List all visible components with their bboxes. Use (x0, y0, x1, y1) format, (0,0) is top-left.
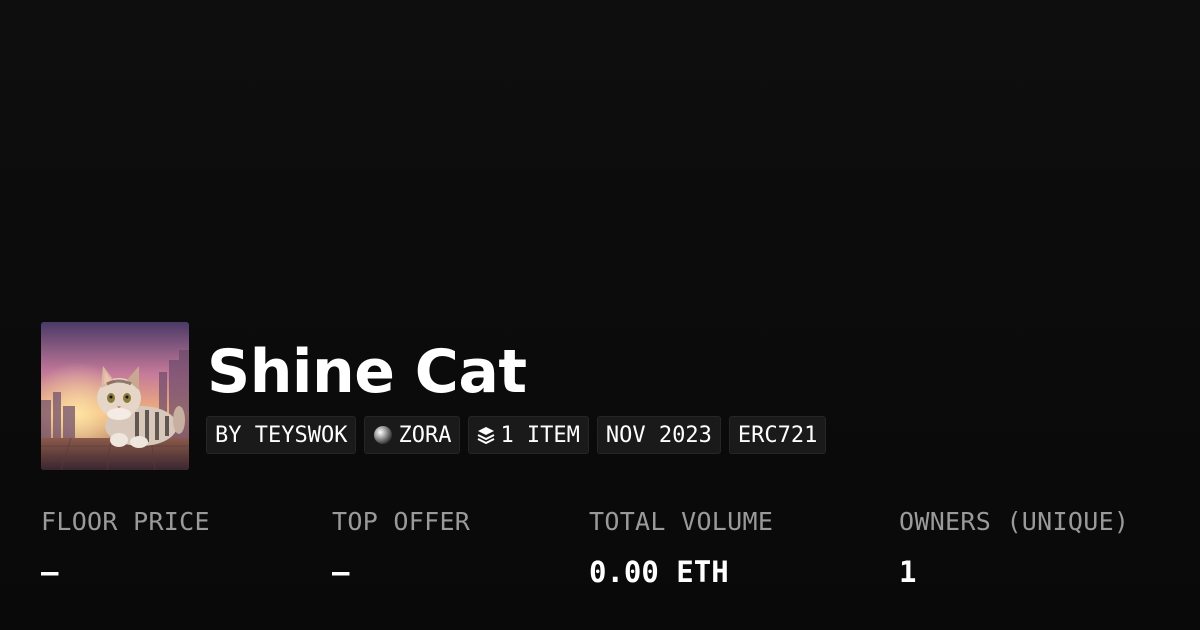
creator-tag-label: BY TEYSWOK (215, 422, 348, 448)
owners-value: 1 (899, 555, 917, 589)
collection-tags: BY TEYSWOK ZORA 1 ITEM NOV 2023 ERC721 (206, 416, 827, 454)
date-tag-label: NOV 2023 (605, 422, 712, 448)
owners-label: OWNERS (UNIQUE) (899, 507, 1130, 536)
zora-orb-icon (373, 425, 393, 445)
chain-tag-label: ZORA (398, 422, 452, 448)
total-volume-value: 0.00 ETH (589, 555, 729, 589)
creator-tag[interactable]: BY TEYSWOK (206, 416, 357, 454)
floor-price-label: FLOOR PRICE (41, 507, 210, 536)
collection-title: Shine Cat (207, 337, 527, 407)
stat-floor-price: FLOOR PRICE – (41, 504, 210, 590)
stat-owners: OWNERS (UNIQUE) 1 (899, 504, 1129, 590)
total-volume-label: TOTAL VOLUME (589, 507, 774, 536)
item-count-label: 1 ITEM (500, 422, 580, 448)
chain-tag[interactable]: ZORA (364, 416, 461, 454)
og-card: { "collection": { "name": "Shine Cat", "… (0, 0, 1200, 630)
collection-thumbnail (41, 322, 189, 470)
standard-tag: ERC721 (728, 416, 827, 454)
stat-total-volume: TOTAL VOLUME 0.00 ETH (589, 504, 773, 590)
floor-price-value: – (41, 555, 59, 589)
standard-tag-label: ERC721 (737, 422, 818, 448)
stat-top-offer: TOP OFFER – (332, 504, 470, 590)
date-tag: NOV 2023 (596, 416, 721, 454)
top-offer-label: TOP OFFER (332, 507, 471, 536)
cat-artwork-image (41, 322, 189, 470)
top-offer-value: – (332, 555, 350, 589)
item-count-tag[interactable]: 1 ITEM (468, 416, 589, 454)
layers-icon (477, 426, 495, 444)
